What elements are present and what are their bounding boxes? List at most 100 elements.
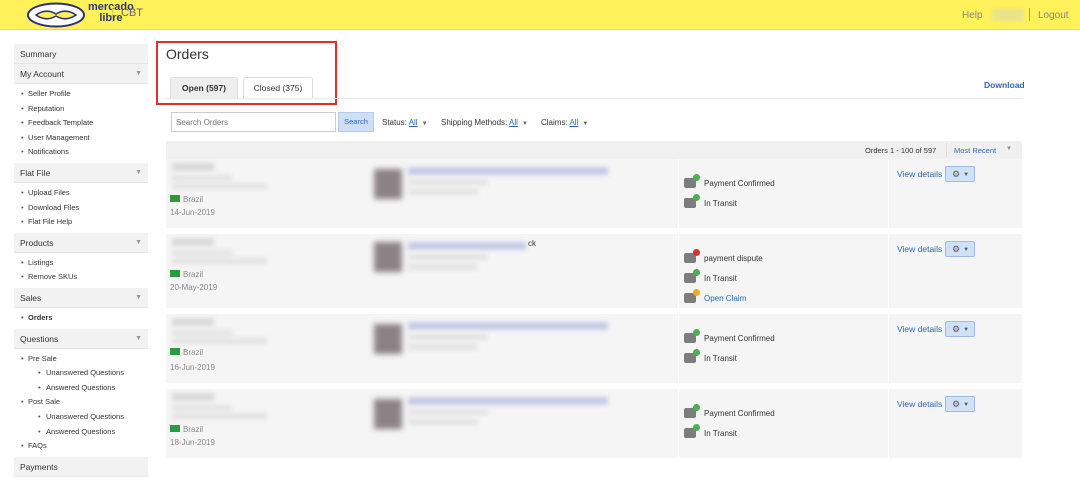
chevron-down-icon[interactable]: ▼ [582, 121, 588, 127]
section-label: CBT [121, 7, 143, 19]
product-thumbnail [374, 169, 402, 199]
actions-dropdown-button[interactable]: ⚙ ▼ [945, 321, 975, 337]
actions-dropdown-button[interactable]: ⚙ ▼ [945, 166, 975, 182]
sidebar-section[interactable]: Questions ▼ [14, 328, 148, 349]
sidebar-item[interactable]: Pre Sale [20, 352, 148, 367]
product-thumbnail [374, 399, 402, 429]
order-status-line: payment dispute [684, 249, 763, 263]
status-badge-icon [693, 194, 700, 201]
sidebar-item[interactable]: Listings [20, 256, 148, 271]
column-divider [888, 389, 889, 458]
sidebar-item[interactable]: Download Files [20, 201, 148, 216]
blurred-product-detail [408, 264, 478, 270]
sidebar-item[interactable]: Unanswered Questions [20, 410, 148, 425]
header-divider [1029, 8, 1030, 21]
view-details-link[interactable]: View details [897, 324, 942, 334]
sidebar-section-label: My Account [20, 69, 64, 79]
actions-dropdown-button[interactable]: ⚙ ▼ [945, 396, 975, 412]
order-status-text: In Transit [704, 429, 737, 438]
blurred-product-detail [408, 419, 478, 425]
logout-link[interactable]: Logout [1038, 10, 1069, 21]
chevron-down-icon[interactable]: ▼ [1006, 146, 1012, 152]
sidebar-item[interactable]: Orders [20, 311, 148, 326]
product-thumbnail [374, 242, 402, 272]
sidebar-item[interactable]: FAQs [20, 439, 148, 454]
chevron-down-icon[interactable]: ▼ [135, 329, 142, 349]
sidebar-section[interactable]: Payments [14, 456, 148, 477]
shipping-methods-filter[interactable]: Shipping Methods: All ▼ [441, 118, 528, 127]
shipping-filter-value[interactable]: All [509, 118, 518, 127]
user-name-blurred[interactable] [992, 9, 1024, 21]
chevron-down-icon[interactable]: ▼ [135, 233, 142, 253]
order-status-line: In Transit [684, 269, 737, 283]
status-filter-value[interactable]: All [409, 118, 418, 127]
sidebar-item[interactable]: Flat File Help [20, 215, 148, 230]
order-status-text: Payment Confirmed [704, 334, 775, 343]
blurred-product-title[interactable] [408, 322, 608, 330]
gear-icon: ⚙ [952, 169, 961, 179]
sidebar-item[interactable]: User Management [20, 131, 148, 146]
sidebar-item[interactable]: Answered Questions [20, 425, 148, 440]
view-details-link[interactable]: View details [897, 399, 942, 409]
claims-filter[interactable]: Claims: All ▼ [541, 118, 588, 127]
sidebar-item[interactable]: Answered Questions [20, 381, 148, 396]
sidebar-item[interactable]: Feedback Template [20, 116, 148, 131]
chevron-down-icon[interactable]: ▼ [422, 121, 428, 127]
actions-dropdown-button[interactable]: ⚙ ▼ [945, 241, 975, 257]
country-label: Brazil [183, 195, 204, 204]
blurred-product-detail [408, 334, 488, 340]
status-icon [684, 174, 700, 188]
order-status-text: In Transit [704, 354, 737, 363]
blurred-product-title[interactable] [408, 167, 608, 175]
sidebar-item[interactable]: Post Sale [20, 395, 148, 410]
sidebar-section[interactable]: Summary [14, 44, 148, 64]
column-divider [678, 314, 679, 383]
sidebar-section-label: Questions [20, 333, 59, 344]
order-status-line[interactable]: Open Claim [684, 289, 746, 303]
blurred-product-detail [408, 189, 478, 195]
sidebar-section[interactable]: My Account ▼ [14, 64, 148, 84]
brazil-flag-icon [170, 270, 180, 277]
sidebar-item[interactable]: Upload Files [20, 186, 148, 201]
sidebar-section[interactable]: Flat File ▼ [14, 162, 148, 183]
tab-closed-orders[interactable]: Closed (375) [243, 77, 313, 98]
sidebar-section[interactable]: Sales ▼ [14, 287, 148, 308]
chevron-down-icon[interactable]: ▼ [135, 64, 142, 84]
search-button[interactable]: Search [338, 112, 374, 132]
order-row: Brazil 20-May-2019 ck payment dispute In Tra… [166, 234, 1022, 311]
tabs-divider [166, 98, 1022, 99]
chevron-down-icon[interactable]: ▼ [135, 163, 142, 183]
help-link[interactable]: Help [962, 10, 983, 21]
status-icon [684, 249, 700, 263]
country-label: Brazil [183, 348, 204, 357]
view-details-link[interactable]: View details [897, 244, 942, 254]
view-details-link[interactable]: View details [897, 169, 942, 179]
sidebar-item[interactable]: Reputation [20, 102, 148, 117]
sort-select[interactable]: Most Recent [954, 146, 996, 155]
chevron-down-icon[interactable]: ▼ [135, 288, 142, 308]
sidebar-item[interactable]: Unanswered Questions [20, 366, 148, 381]
blurred-product-detail [408, 254, 488, 260]
blurred-product-detail [408, 344, 478, 350]
download-link[interactable]: Download [984, 80, 1025, 90]
status-icon [684, 424, 700, 438]
sidebar-section[interactable]: Products ▼ [14, 232, 148, 253]
results-divider [946, 143, 947, 157]
sidebar-list: ListingsRemove SKUs [14, 253, 148, 288]
chevron-down-icon[interactable]: ▼ [522, 121, 528, 127]
sidebar-item[interactable]: Seller Profile [20, 87, 148, 102]
blurred-product-title[interactable] [408, 397, 608, 405]
sidebar-item[interactable]: Notifications [20, 145, 148, 160]
claims-filter-value[interactable]: All [569, 118, 578, 127]
sidebar-section-label: Payments [20, 461, 58, 472]
blurred-product-title[interactable] [408, 242, 526, 250]
search-orders-input[interactable] [171, 112, 336, 132]
tab-open-orders[interactable]: Open (597) [170, 77, 238, 98]
status-icon [684, 404, 700, 418]
mercadolibre-logo-icon[interactable] [26, 2, 86, 28]
blurred-buyer-detail [172, 405, 232, 411]
sidebar-item[interactable]: Remove SKUs [20, 270, 148, 285]
column-divider [888, 159, 889, 228]
status-badge-icon [693, 174, 700, 181]
status-filter[interactable]: Status: All ▼ [382, 118, 428, 127]
